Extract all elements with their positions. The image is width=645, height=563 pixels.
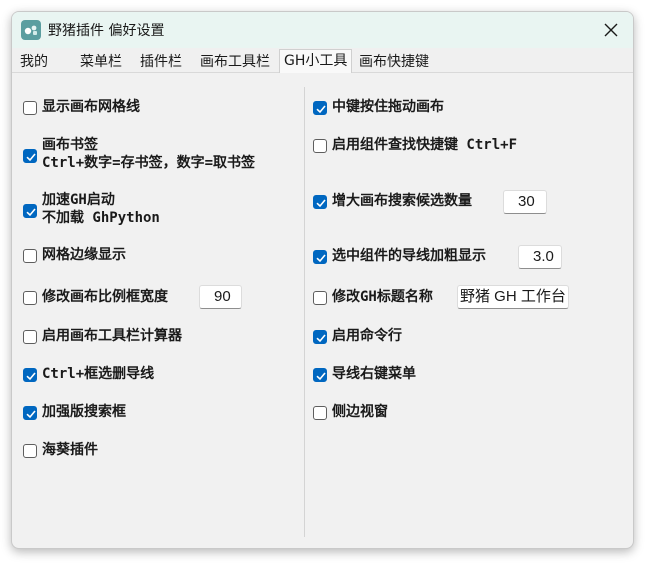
option-label: Ctrl+框选删导线 [42,366,155,382]
ratio-frame-width-input[interactable]: 90 [199,285,242,309]
checkbox[interactable] [23,101,37,115]
checkbox[interactable] [23,204,37,218]
option-label-line1: 画布书签 [42,137,98,153]
option-label-line2: Ctrl+数字=存书签，数字=取书签 [42,155,256,171]
checkmark-icon [316,372,326,381]
option-label: 显示画布网格线 [42,99,140,115]
checkmark-icon [26,208,36,217]
close-button[interactable] [598,18,624,42]
checkbox[interactable] [23,249,37,263]
tab-canvas-shortcuts[interactable]: 画布快捷键 [359,52,429,72]
tab-menubar[interactable]: 菜单栏 [80,52,122,72]
checkmark-icon [316,199,326,208]
option-label: 启用组件查找快捷键 Ctrl+F [332,137,518,153]
checkbox[interactable] [313,330,327,344]
tab-canvas-toolbar[interactable]: 画布工具栏 [200,52,270,72]
checkbox[interactable] [23,149,37,163]
app-icon [21,20,41,40]
checkbox[interactable] [313,250,327,264]
preferences-window: 野猪插件 偏好设置 我的 菜单栏 插件栏 画布工具栏 GH小工具 画布快捷键 显… [11,11,634,549]
checkbox[interactable] [23,368,37,382]
option-label: 启用命令行 [332,328,402,344]
tab-gh-tools[interactable]: GH小工具 [279,49,353,73]
option-label: 增大画布搜索候选数量 [332,193,472,209]
checkbox[interactable] [23,330,37,344]
checkbox[interactable] [313,195,327,209]
checkmark-icon [316,254,326,263]
wire-thickness-input[interactable]: 3.0 [518,245,562,269]
checkbox[interactable] [23,291,37,305]
window-title: 野猪插件 偏好设置 [48,23,165,39]
option-label: 网格边缘显示 [42,247,126,263]
tab-bar: 我的 菜单栏 插件栏 画布工具栏 GH小工具 画布快捷键 [12,48,633,73]
tab-mine[interactable]: 我的 [20,52,48,72]
settings-panel: 显示画布网格线 画布书签 Ctrl+数字=存书签，数字=取书签 加速GH启动 不… [12,73,633,548]
option-label: 海葵插件 [42,442,98,458]
checkmark-icon [26,410,36,419]
checkbox[interactable] [313,291,327,305]
checkbox[interactable] [313,368,327,382]
tab-pluginbar[interactable]: 插件栏 [140,52,182,72]
close-icon [604,23,618,37]
option-label: 修改GH标题名称 [332,289,433,305]
checkbox[interactable] [313,101,327,115]
checkbox[interactable] [23,406,37,420]
title-bar: 野猪插件 偏好设置 [12,12,633,48]
option-label: 加速GH启动 不加载 GhPython [42,191,160,227]
checkbox[interactable] [23,444,37,458]
option-label-line1: 加速GH启动 [42,192,115,208]
option-label-line2: 不加载 GhPython [42,210,160,226]
checkbox[interactable] [313,406,327,420]
checkbox[interactable] [313,139,327,153]
gh-title-input[interactable]: 野猪 GH 工作台 [457,285,569,309]
checkmark-icon [316,334,326,343]
option-label: 选中组件的导线加粗显示 [332,248,486,264]
option-label: 画布书签 Ctrl+数字=存书签，数字=取书签 [42,136,255,172]
option-label: 导线右键菜单 [332,366,416,382]
option-label: 修改画布比例框宽度 [42,289,168,305]
search-candidates-input[interactable]: 30 [503,190,547,214]
option-label: 侧边视窗 [332,404,388,420]
option-label: 加强版搜索框 [42,404,126,420]
column-divider [304,87,305,537]
checkmark-icon [26,153,36,162]
option-label: 中键按住拖动画布 [332,99,444,115]
checkmark-icon [26,372,36,381]
checkmark-icon [316,105,326,114]
option-label: 启用画布工具栏计算器 [42,328,182,344]
